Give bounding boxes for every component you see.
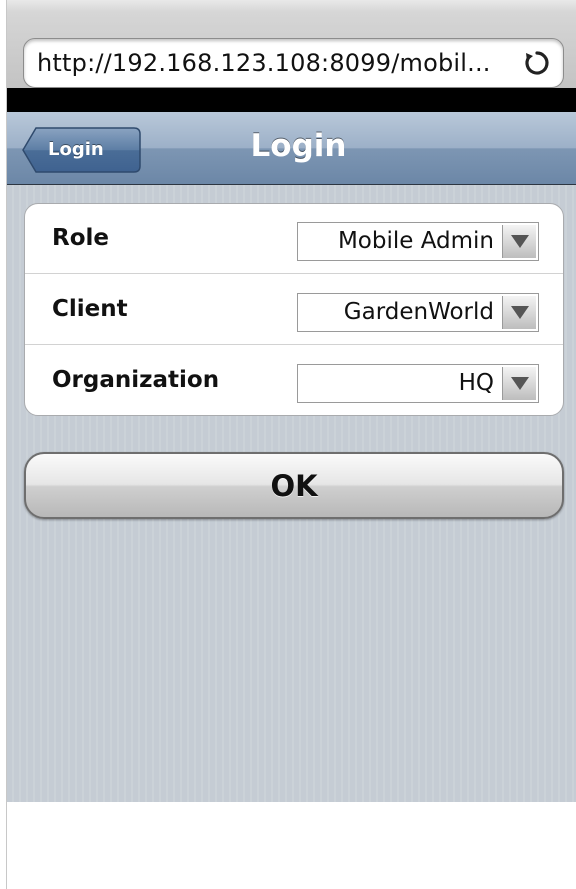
form-row-role: Role Mobile Admin <box>25 204 563 274</box>
login-form: Role Mobile Admin Client GardenWorld Org… <box>24 203 564 416</box>
chevron-down-icon <box>502 296 536 329</box>
app-screen: http://192.168.123.108:8099/mobil... Log… <box>0 0 576 889</box>
page-title: Login <box>250 128 347 164</box>
ok-button[interactable]: OK <box>24 452 564 519</box>
role-select[interactable]: Mobile Admin <box>297 222 539 261</box>
form-row-organization: Organization HQ <box>25 346 563 415</box>
client-label: Client <box>52 296 128 322</box>
chevron-down-icon <box>502 225 536 258</box>
client-select-value: GardenWorld <box>343 299 494 325</box>
ok-button-label: OK <box>270 469 318 503</box>
organization-select[interactable]: HQ <box>297 364 539 403</box>
organization-label: Organization <box>52 367 220 393</box>
chevron-down-icon <box>502 367 536 400</box>
reload-icon[interactable] <box>523 49 551 77</box>
form-row-client: Client GardenWorld <box>25 275 563 345</box>
role-label: Role <box>52 225 109 251</box>
browser-chrome-shadow <box>7 88 576 112</box>
address-bar[interactable]: http://192.168.123.108:8099/mobil... <box>23 38 564 88</box>
organization-select-value: HQ <box>458 370 494 396</box>
client-select[interactable]: GardenWorld <box>297 293 539 332</box>
url-text: http://192.168.123.108:8099/mobil... <box>37 49 491 77</box>
role-select-value: Mobile Admin <box>337 228 494 254</box>
